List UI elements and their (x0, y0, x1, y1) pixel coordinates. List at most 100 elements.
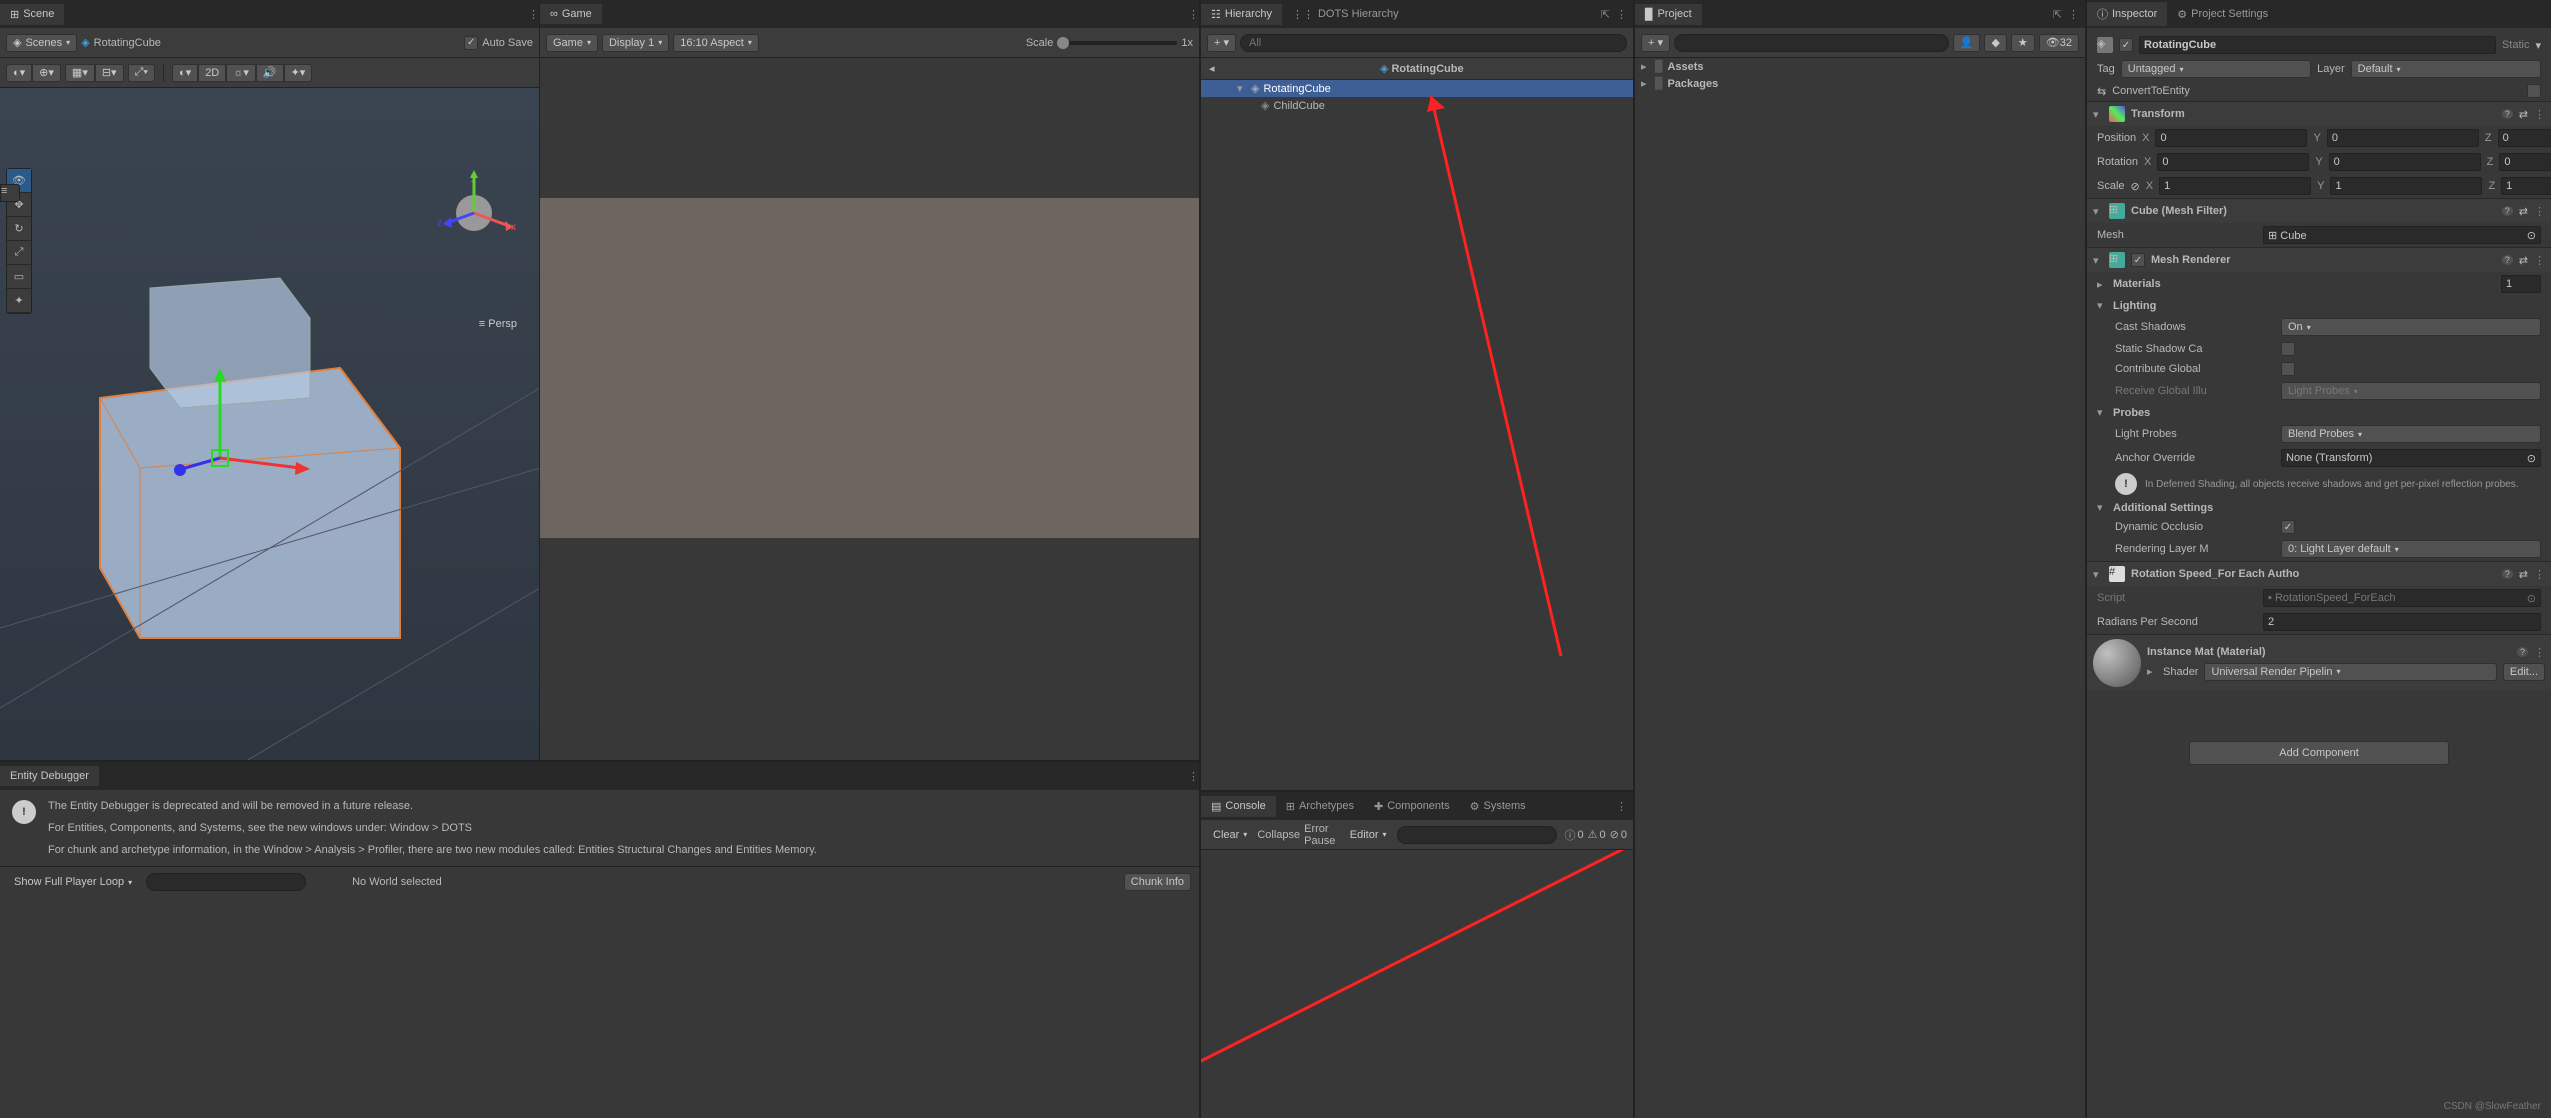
rotate-tool-button[interactable]: ↻ (7, 217, 31, 241)
entity-dbg-menu-icon[interactable] (1188, 770, 1199, 783)
link-icon[interactable]: ⊘ (2131, 180, 2140, 193)
game-mode-dropdown[interactable]: Game (546, 34, 598, 52)
help-icon[interactable] (2517, 646, 2528, 658)
scale-tool-button[interactable]: ⤢ (7, 241, 31, 265)
undock-icon[interactable]: ⇱ (2053, 8, 2062, 21)
visibility-button[interactable]: 👁32 (2039, 34, 2079, 52)
warn-count[interactable]: ⚠0 (1588, 828, 1606, 841)
tab-systems[interactable]: ⚙Systems (1460, 796, 1536, 817)
hierarchy-search[interactable] (1240, 34, 1627, 52)
tab-project[interactable]: ▉Project (1635, 4, 1702, 25)
tab-entity-debugger[interactable]: Entity Debugger (0, 766, 99, 786)
radians-input[interactable] (2263, 613, 2541, 631)
foldout-icon[interactable] (2147, 665, 2157, 678)
convert-checkbox[interactable] (2527, 84, 2541, 98)
foldout-icon[interactable] (1237, 82, 1247, 95)
filter-label-button[interactable]: ◆ (1984, 34, 2006, 52)
foldout-icon[interactable] (2097, 501, 2107, 514)
mesh-object-field[interactable]: ⊞ Cube⊙ (2263, 226, 2541, 244)
layer-dropdown[interactable]: Default (2351, 60, 2541, 78)
tab-dots-hierarchy[interactable]: ⋮⋮DOTS Hierarchy (1282, 4, 1409, 25)
filter-fav-button[interactable]: ★ (2011, 34, 2035, 52)
audio-toggle-button[interactable]: 🔊 (256, 64, 284, 82)
project-item-packages[interactable]: ▉ Packages (1635, 75, 2085, 92)
component-menu-icon[interactable] (2534, 205, 2545, 218)
foldout-icon[interactable] (2093, 568, 2103, 581)
scene-menu-icon[interactable] (528, 8, 539, 21)
component-menu-icon[interactable] (2534, 108, 2545, 121)
project-search[interactable] (1674, 34, 1949, 52)
foldout-icon[interactable] (2097, 406, 2107, 419)
pivot-center-button[interactable]: ◐▾ (6, 64, 32, 82)
tab-archetypes[interactable]: ⊞Archetypes (1276, 796, 1364, 817)
show-loop-dropdown[interactable]: Show Full Player Loop (8, 873, 138, 891)
position-z-input[interactable] (2498, 129, 2551, 147)
foldout-icon[interactable] (2093, 205, 2103, 218)
error-count[interactable]: ⊘0 (1610, 828, 1627, 841)
help-icon[interactable] (2502, 108, 2513, 120)
chunk-info-button[interactable]: Chunk Info (1124, 873, 1191, 891)
materials-count-input[interactable] (2501, 275, 2541, 293)
preset-icon[interactable] (2519, 108, 2528, 121)
clear-button[interactable]: Clear (1207, 826, 1253, 844)
hierarchy-item-rotatingcube[interactable]: ◈ RotatingCube (1201, 80, 1633, 97)
orientation-gizmo[interactable]: y x z (429, 168, 519, 258)
meshrenderer-enable-checkbox[interactable] (2131, 253, 2145, 267)
foldout-icon[interactable] (2093, 108, 2103, 121)
tab-scene[interactable]: ⊞Scene (0, 4, 64, 25)
rotation-y-input[interactable] (2329, 153, 2481, 171)
rotation-z-input[interactable] (2499, 153, 2551, 171)
project-menu-icon[interactable] (2068, 8, 2079, 21)
static-shadow-checkbox[interactable] (2281, 342, 2295, 356)
transform-tool-button[interactable]: ✦ (7, 289, 31, 313)
scale-y-input[interactable] (2330, 177, 2482, 195)
snap-increment-button[interactable]: ⤢▾ (128, 64, 155, 82)
display-dropdown[interactable]: Display 1 (602, 34, 669, 52)
component-menu-icon[interactable] (2534, 646, 2545, 659)
grid-snap-button[interactable]: ▦▾ (65, 64, 95, 82)
grid-toggle-button[interactable]: ⊟▾ (95, 64, 124, 82)
undock-icon[interactable]: ⇱ (1601, 8, 1610, 21)
rotation-x-input[interactable] (2157, 153, 2309, 171)
cast-shadows-dropdown[interactable]: On (2281, 318, 2541, 336)
foldout-icon[interactable] (2097, 278, 2107, 291)
project-item-assets[interactable]: ▉ Assets (1635, 58, 2085, 75)
gameobject-active-checkbox[interactable] (2119, 38, 2133, 52)
component-menu-icon[interactable] (2534, 254, 2545, 267)
preset-icon[interactable] (2519, 205, 2528, 218)
game-viewport[interactable] (540, 58, 1199, 760)
tag-dropdown[interactable]: Untagged (2121, 60, 2311, 78)
scale-x-input[interactable] (2159, 177, 2311, 195)
tab-hierarchy[interactable]: ☷Hierarchy (1201, 4, 1282, 25)
hierarchy-menu-icon[interactable] (1616, 8, 1627, 21)
shading-mode-button[interactable]: ◐▾ (172, 64, 198, 82)
console-search[interactable] (1397, 826, 1557, 844)
rendering-layer-dropdown[interactable]: 0: Light Layer default (2281, 540, 2541, 558)
component-menu-icon[interactable] (2534, 568, 2545, 581)
tab-components[interactable]: ✚Components (1364, 796, 1460, 817)
position-y-input[interactable] (2327, 129, 2479, 147)
game-menu-icon[interactable] (1188, 8, 1199, 21)
create-button[interactable]: + ▾ (1207, 34, 1236, 52)
contribute-gi-checkbox[interactable] (2281, 362, 2295, 376)
filter-type-button[interactable]: 👤 (1953, 34, 1981, 52)
receive-gi-dropdown[interactable]: Light Probes (2281, 382, 2541, 400)
shader-dropdown[interactable]: Universal Render Pipelin (2204, 663, 2496, 681)
foldout-icon[interactable] (2093, 254, 2103, 267)
preset-icon[interactable] (2519, 254, 2528, 267)
info-count[interactable]: ⓘ0 (1565, 827, 1584, 843)
project-create-button[interactable]: + ▾ (1641, 34, 1670, 52)
object-picker-icon[interactable]: ⊙ (2527, 229, 2536, 242)
object-picker-icon[interactable]: ⊙ (2527, 452, 2536, 465)
position-x-input[interactable] (2155, 129, 2307, 147)
gameobject-name-input[interactable] (2139, 36, 2496, 54)
aspect-dropdown[interactable]: 16:10 Aspect (673, 34, 759, 52)
overlay-handle[interactable]: ≡ (0, 184, 20, 202)
scale-z-input[interactable] (2501, 177, 2551, 195)
foldout-icon[interactable] (1641, 77, 1651, 90)
help-icon[interactable] (2502, 205, 2513, 217)
pivot-local-button[interactable]: ⊕▾ (32, 64, 61, 82)
entity-dbg-search[interactable] (146, 873, 306, 891)
collapse-button[interactable]: Collapse (1257, 829, 1300, 841)
tab-project-settings[interactable]: ⚙Project Settings (2167, 4, 2278, 25)
